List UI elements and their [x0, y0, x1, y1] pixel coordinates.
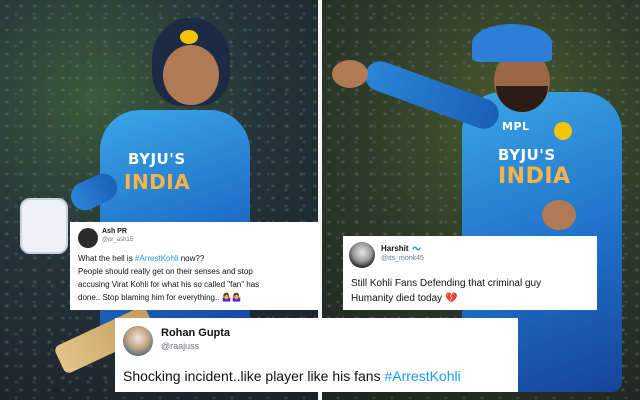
tweet-line: Still Kohli Fans Defending that criminal…: [351, 278, 542, 289]
tweet-author-handle[interactable]: @pr_ash15: [102, 237, 133, 243]
tweet-text: Shocking incident..like player like his …: [123, 368, 385, 384]
tweet-author-handle[interactable]: @raajuss: [161, 341, 199, 351]
tweet-line: Shocking incident..like player like his …: [123, 368, 461, 384]
tweet-author-name[interactable]: Harshit: [381, 244, 409, 253]
jersey-brand-left: BYJU'S: [128, 150, 186, 168]
tweet-author-name-row: Harshit: [381, 244, 421, 253]
tweet-line: accusing Virat Kohli for what his so cal…: [78, 280, 260, 289]
bcci-badge-icon: [180, 30, 198, 44]
player-hand-right: [542, 200, 576, 230]
hashtag-link[interactable]: #ArrestKohli: [135, 254, 179, 263]
tweet-line: Humanity died today 💔: [351, 293, 458, 304]
tweet-line: People should really get on their senses…: [78, 267, 253, 276]
avatar[interactable]: [123, 326, 153, 356]
tweet-author-name[interactable]: Rohan Gupta: [161, 327, 230, 339]
cap-icon: [472, 24, 552, 62]
tweet-author-handle[interactable]: @its_monk45: [381, 255, 424, 262]
jersey-team-right: INDIA: [498, 164, 571, 189]
tweet-author-name[interactable]: Ash PR: [102, 228, 127, 235]
jersey-brand-right: BYJU'S: [498, 146, 556, 164]
blue-wave-icon: [411, 246, 421, 251]
tweet-card-harshit[interactable]: Harshit @its_monk45 Still Kohli Fans Def…: [343, 236, 597, 310]
tweet-card-ash[interactable]: Ash PR @pr_ash15 What the hell is #Arres…: [70, 222, 320, 310]
bcci-badge-icon: [554, 122, 572, 140]
tweet-card-rohan[interactable]: Rohan Gupta @raajuss Shocking incident..…: [115, 318, 518, 392]
tweet-text: What the hell is: [78, 254, 135, 263]
avatar[interactable]: [349, 242, 375, 268]
player-face-left: [163, 45, 219, 105]
pointing-hand-icon: [332, 60, 368, 88]
jersey-team-left: INDIA: [124, 170, 191, 194]
tweet-line: What the hell is #ArrestKohli now??: [78, 254, 204, 263]
hashtag-link[interactable]: #ArrestKohli: [384, 368, 460, 384]
tweet-text: now??: [178, 254, 205, 263]
batting-glove-icon: [20, 198, 68, 254]
avatar[interactable]: [78, 228, 98, 248]
jersey-chest-mark: MPL: [502, 120, 530, 133]
tweet-line: done.. Stop blaming him for everything..…: [78, 293, 242, 302]
